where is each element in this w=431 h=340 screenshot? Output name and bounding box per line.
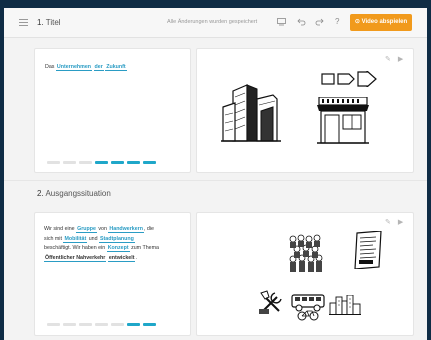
image-card-2[interactable]: ✎ ▶ [196, 212, 414, 336]
play-video-button[interactable]: ⊙ Video abspielen [350, 14, 412, 31]
scene-text-plain: sich mit [44, 235, 64, 242]
play-video-label: Video abspielen [361, 19, 408, 25]
keyword-chip[interactable]: Unternehmen [55, 64, 93, 71]
save-status: Alle Änderungen wurden gespeichert [167, 19, 258, 25]
scene-text-plain: . [135, 254, 137, 261]
section-number: 2. [37, 189, 44, 198]
scene-text-plain: Das [45, 64, 56, 70]
scene-progress-1 [47, 161, 156, 164]
process-arrows-illustration [321, 71, 377, 87]
image-card-1[interactable]: ✎ ▶ [196, 48, 414, 173]
section-2-title[interactable]: 2. Ausgangssituation [37, 189, 111, 198]
redo-icon[interactable] [315, 17, 324, 26]
text-card-2[interactable]: Wir sind eine Gruppe von Handwerkern, di… [34, 212, 191, 336]
scene-text-plain: von [96, 226, 109, 232]
document-illustration [353, 231, 383, 269]
keyword-chip[interactable]: Stadtplanung [99, 235, 135, 243]
play-triangle-icon[interactable]: ▶ [398, 219, 403, 226]
scene-text-1[interactable]: Das Unternehmen der Zukunft [45, 63, 127, 73]
card-tools: ✎ ▶ [385, 218, 403, 226]
buildings-illustration [221, 77, 281, 143]
scene-text-plain: zum Thema [129, 245, 159, 251]
scene-progress-2 [47, 323, 156, 326]
card-tools: ✎ ▶ [385, 55, 403, 63]
section-title-text: Titel [45, 18, 61, 27]
top-bar: 1. Titel Alle Änderungen wurden gespeich… [4, 8, 427, 38]
keyword-chip[interactable]: Öffentlicher Nahverkehr [44, 254, 107, 262]
slideshow-icon[interactable] [277, 17, 286, 26]
keyword-chip[interactable]: Zukunft [105, 64, 127, 71]
edit-pencil-icon[interactable]: ✎ [385, 56, 391, 63]
help-icon[interactable]: ? [335, 17, 339, 27]
menu-icon[interactable] [19, 19, 28, 26]
keyword-chip[interactable]: entwickelt [107, 254, 136, 262]
skyline-illustration [329, 295, 361, 315]
keyword-chip[interactable]: Konzept [106, 245, 130, 252]
tools-illustration [257, 289, 287, 315]
scene-text-plain: Wir sind eine [44, 226, 77, 232]
scene-text-plain: und [87, 235, 99, 242]
scene-text-plain: beschäftigt. Wir haben ein [44, 245, 107, 251]
keyword-chip[interactable]: Mobilität [63, 235, 88, 243]
section-divider [4, 180, 427, 181]
bicycle-illustration [297, 309, 319, 321]
shop-illustration [317, 97, 369, 145]
section-1-title[interactable]: 1. Titel [37, 18, 61, 27]
section-number: 1. [37, 18, 44, 27]
play-triangle-icon[interactable]: ▶ [398, 56, 403, 63]
crowd-illustration [287, 233, 325, 273]
scene-text-2[interactable]: Wir sind eine Gruppe von Handwerkern, di… [44, 225, 190, 263]
storyboard-editor: 1. Titel Alle Änderungen wurden gespeich… [4, 8, 427, 340]
undo-icon[interactable] [297, 17, 306, 26]
keyword-chip[interactable]: der [93, 64, 104, 71]
text-card-1[interactable]: Das Unternehmen der Zukunft [34, 48, 191, 173]
play-circle-icon: ⊙ [354, 19, 360, 25]
scene-text-plain: , die [143, 226, 154, 232]
keyword-chip[interactable]: Gruppe [76, 226, 97, 233]
section-title-text: Ausgangssituation [45, 189, 111, 198]
keyword-chip[interactable]: Handwerkern [108, 226, 144, 233]
edit-pencil-icon[interactable]: ✎ [385, 219, 391, 226]
